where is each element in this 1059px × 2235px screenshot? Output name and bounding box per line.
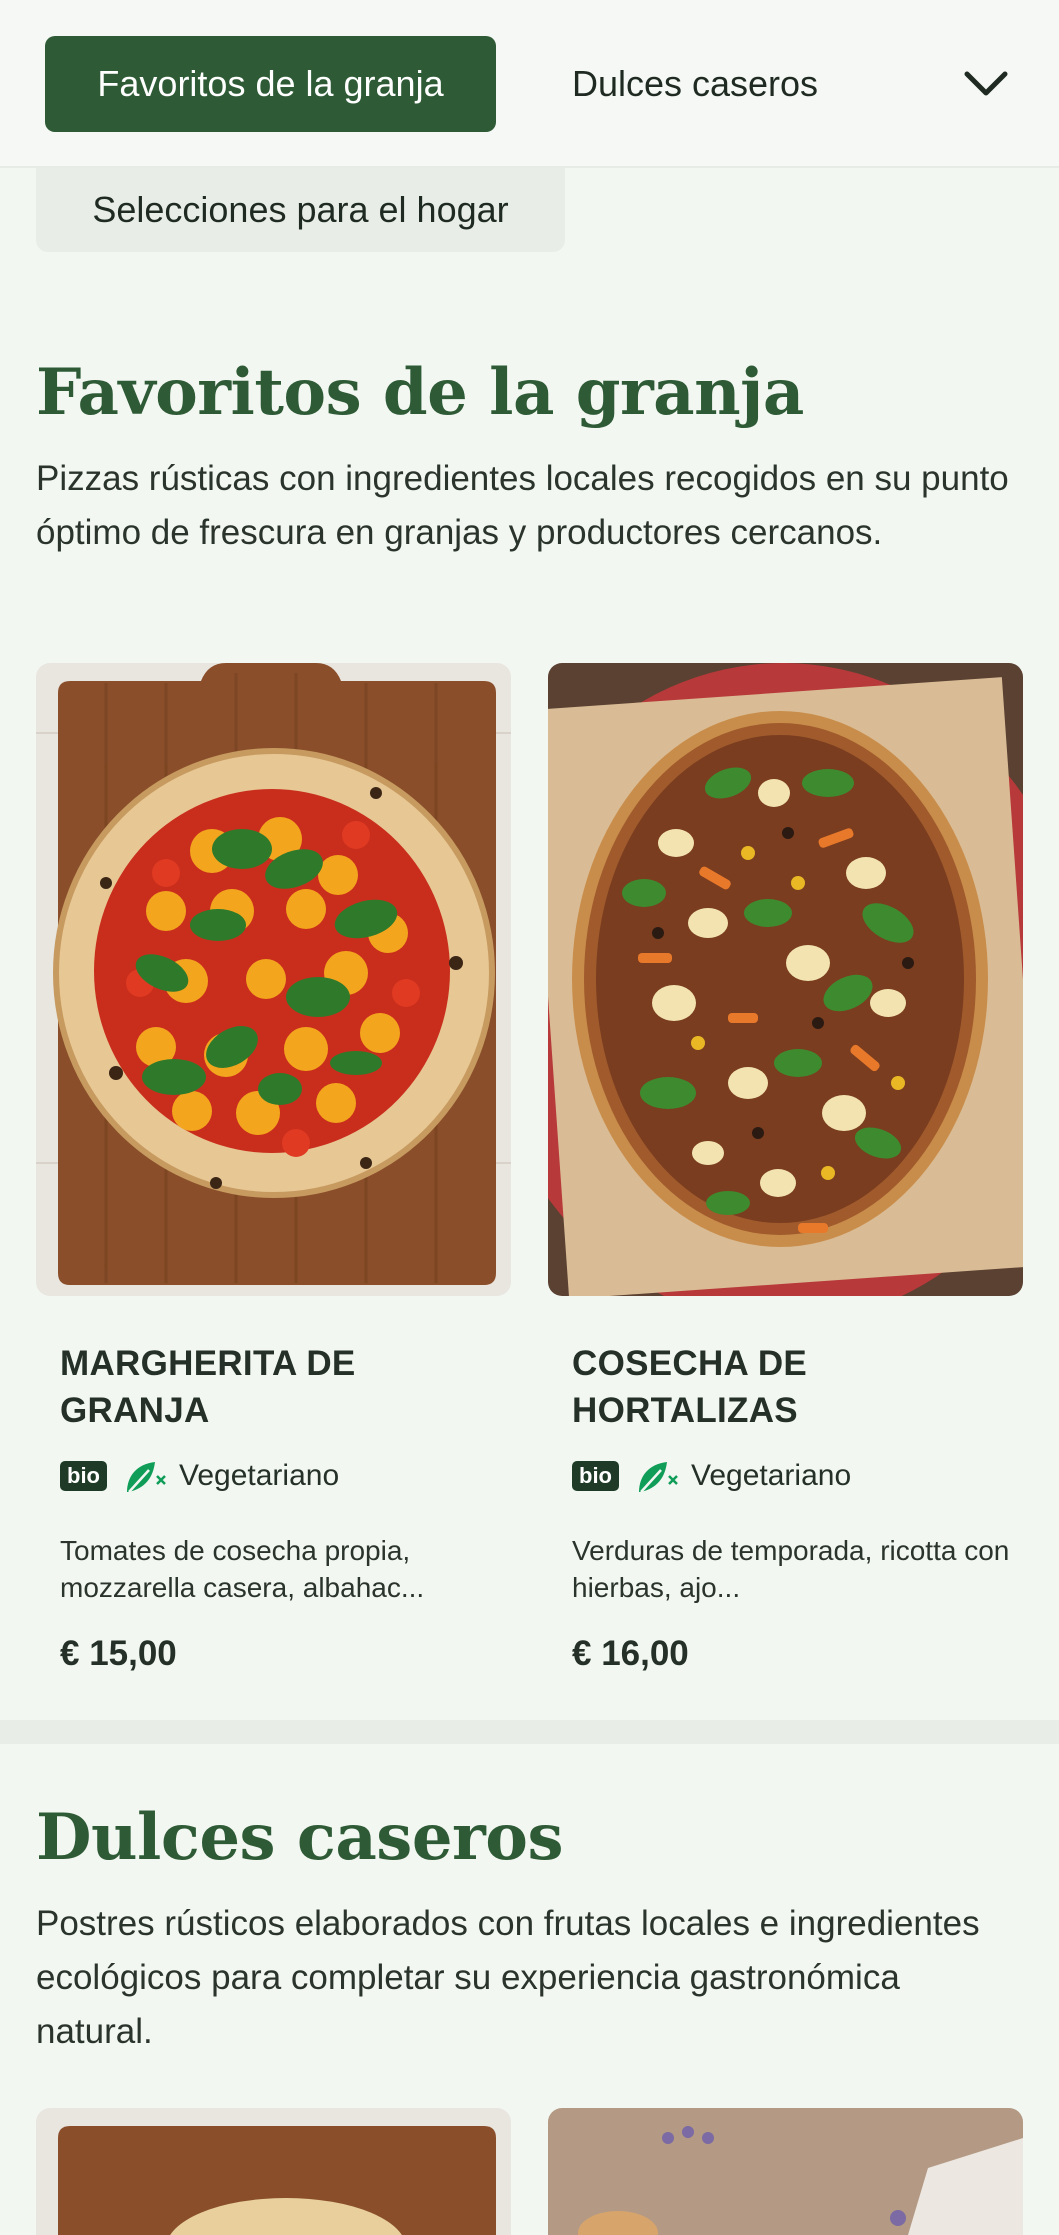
category-tab-bar: Favoritos de la granja Dulces caseros [0, 0, 1059, 168]
bio-badge: bio [60, 1461, 107, 1491]
tab-favoritos-de-la-granja[interactable]: Favoritos de la granja [45, 36, 496, 132]
item-description: Verduras de temporada, ricotta con hierb… [572, 1535, 1010, 1603]
tab-selecciones-para-el-hogar[interactable]: Selecciones para el hogar [36, 168, 565, 252]
tab-dulces-caseros[interactable]: Dulces caseros [540, 36, 850, 132]
item-price: € 15,00 [60, 1634, 177, 1673]
menu-item-card[interactable]: COSECHA DE HORTALIZAS bio Vegetariano Ve… [572, 1340, 1012, 1674]
item-tags: bio Vegetariano [572, 1456, 1012, 1496]
vegetarian-leaf-icon [639, 1462, 678, 1493]
diet-label: Vegetariano [691, 1459, 852, 1492]
section-description-favoritos: Pizzas rústicas con ingredientes locales… [36, 459, 1009, 552]
section-divider [0, 1720, 1059, 1744]
dessert-image[interactable] [548, 2108, 1023, 2235]
section-title-favoritos: Favoritos de la granja [36, 355, 804, 430]
pizza-margherita-image[interactable] [36, 663, 511, 1296]
vegetarian-leaf-icon [127, 1462, 166, 1493]
dessert-image[interactable] [36, 2108, 511, 2235]
item-price: € 16,00 [572, 1634, 689, 1673]
item-description: Tomates de cosecha propia, mozzarella ca… [60, 1535, 425, 1603]
chevron-down-icon[interactable] [960, 58, 1012, 110]
item-name: MARGHERITA DE GRANJA [60, 1344, 356, 1430]
section-description-dulces: Postres rústicos elaborados con frutas l… [36, 1904, 980, 2051]
menu-item-card[interactable]: MARGHERITA DE GRANJA bio Vegetariano Tom… [60, 1340, 500, 1674]
item-tags: bio Vegetariano [60, 1456, 500, 1496]
section-title-dulces: Dulces caseros [36, 1800, 563, 1875]
item-name: COSECHA DE HORTALIZAS [572, 1344, 808, 1430]
diet-label: Vegetariano [179, 1459, 340, 1492]
bio-badge: bio [572, 1461, 619, 1491]
pizza-hortalizas-image[interactable] [548, 663, 1023, 1296]
